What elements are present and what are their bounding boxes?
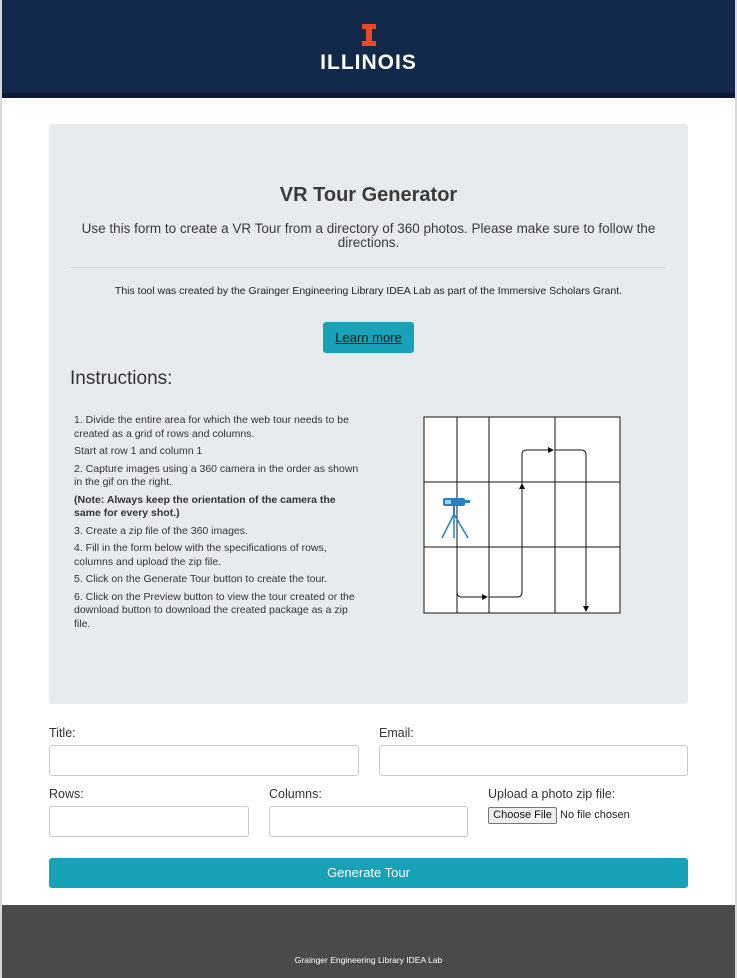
instruction-step: 3. Create a zip file of the 360 images. xyxy=(74,524,248,537)
file-status: No file chosen xyxy=(560,809,630,821)
upload-label: Upload a photo zip file: xyxy=(488,787,616,801)
instruction-step: 6. Click on the Preview button to view t… xyxy=(74,590,355,630)
brand-wordmark: ILLINOIS xyxy=(320,51,417,74)
choose-file-button[interactable]: Choose File xyxy=(488,807,557,824)
instructions-list: 1. Divide the entire area for which the … xyxy=(74,414,364,635)
instruction-note: (Note: Always keep the orientation of th… xyxy=(74,493,336,520)
rows-input[interactable] xyxy=(49,806,249,837)
instruction-step: 2. Capture images using a 360 camera in … xyxy=(74,462,359,489)
columns-input[interactable] xyxy=(269,806,468,837)
learn-more-button[interactable]: Learn more xyxy=(323,322,414,353)
credit-text: This tool was created by the Grainger En… xyxy=(114,285,623,297)
instruction-step: 1. Divide the entire area for which the … xyxy=(74,414,349,440)
site-header: ILLINOIS xyxy=(2,0,735,98)
rows-label: Rows: xyxy=(49,787,84,801)
illinois-logo[interactable]: ILLINOIS xyxy=(2,24,735,75)
instruction-step: 5. Click on the Generate Tour button to … xyxy=(74,573,328,585)
email-label: Email: xyxy=(379,726,414,740)
capture-order-diagram xyxy=(423,416,621,614)
block-i-icon xyxy=(361,24,376,46)
instruction-step: 4. Fill in the form below with the speci… xyxy=(74,542,327,568)
page-title: VR Tour Generator xyxy=(279,184,458,206)
title-input[interactable] xyxy=(49,745,359,776)
footer-text: Grainger Engineering Library IDEA Lab xyxy=(294,955,443,965)
instruction-step: Start at row 1 and column 1 xyxy=(74,445,203,457)
title-label: Title: xyxy=(49,726,76,740)
instructions-heading: Instructions: xyxy=(70,368,173,389)
generate-tour-button[interactable]: Generate Tour xyxy=(49,858,688,888)
divider xyxy=(70,267,667,268)
site-footer: Grainger Engineering Library IDEA Lab xyxy=(2,905,735,978)
columns-label: Columns: xyxy=(269,787,322,801)
intro-panel: VR Tour Generator Use this form to creat… xyxy=(49,124,688,704)
email-input[interactable] xyxy=(379,745,688,776)
lead-text: Use this form to create a VR Tour from a… xyxy=(81,221,656,250)
